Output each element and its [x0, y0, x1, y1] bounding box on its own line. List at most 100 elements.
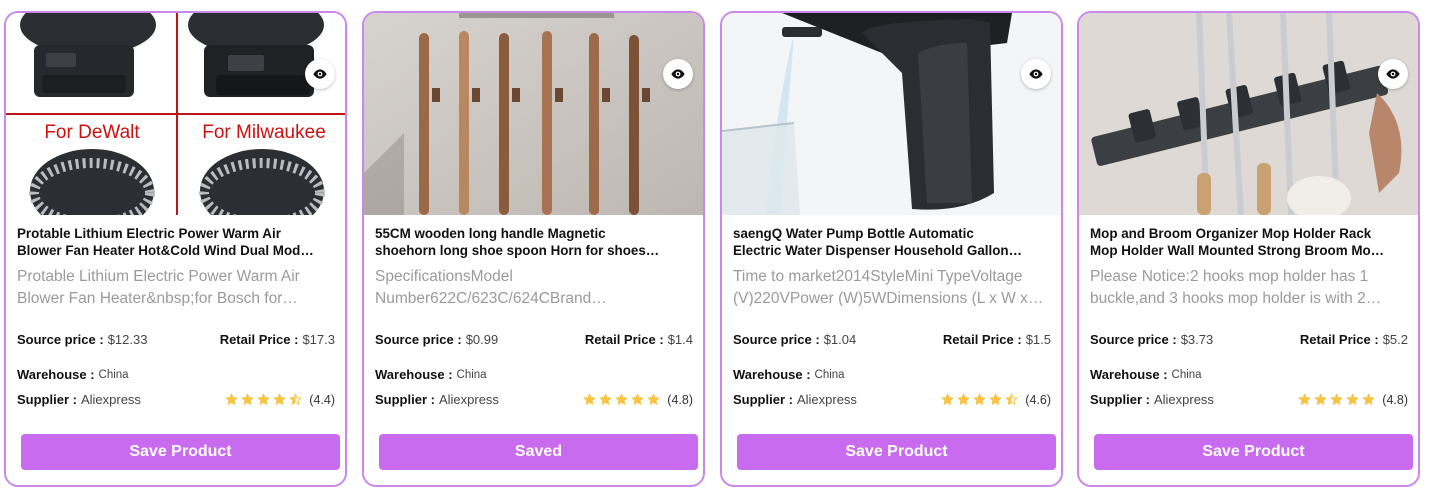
image-label-milwaukee: For Milwaukee	[202, 122, 326, 143]
product-image[interactable]	[722, 13, 1061, 215]
supplier-value: Aliexpress	[438, 392, 499, 407]
rating-value: (4.8)	[667, 392, 693, 407]
retail-price-value: $17.3	[302, 332, 335, 347]
warehouse-value: China	[1171, 368, 1202, 381]
source-price-value: $12.33	[107, 332, 148, 347]
rating-stars	[583, 393, 661, 406]
warehouse-row: Warehouse : China	[375, 367, 693, 382]
supplier-label: Supplier :	[17, 392, 77, 407]
product-description: Protable Lithium Electric Power Warm Air…	[17, 268, 300, 306]
supplier-label: Supplier :	[1090, 392, 1150, 407]
star-full-icon	[647, 393, 661, 406]
star-full-icon	[1362, 393, 1376, 406]
star-full-icon	[615, 393, 629, 406]
warehouse-row: Warehouse : China	[17, 367, 335, 382]
star-full-icon	[583, 393, 597, 406]
supplier-value: Aliexpress	[796, 392, 857, 407]
supplier-label: Supplier :	[375, 392, 435, 407]
retail-price-label: Retail Price :	[942, 332, 1022, 347]
source-price-value: $1.04	[823, 332, 857, 347]
rating-stars	[225, 393, 303, 406]
star-half-icon	[1005, 393, 1019, 406]
product-image[interactable]	[364, 13, 703, 215]
source-price-value: $3.73	[1180, 332, 1214, 347]
product-title[interactable]: saengQ Water Pump Bottle Automatic Elect…	[733, 225, 1051, 259]
star-full-icon	[257, 393, 271, 406]
supplier-value: Aliexpress	[80, 392, 141, 407]
star-full-icon	[599, 393, 613, 406]
image-label-dewalt: For DeWalt	[44, 122, 140, 143]
save-product-button[interactable]: Save Product	[737, 434, 1056, 470]
star-half-icon	[289, 393, 303, 406]
supplier-row: Supplier : Aliexpress (4.4)	[17, 392, 335, 407]
warehouse-row: Warehouse : China	[1090, 367, 1408, 382]
star-full-icon	[1346, 393, 1360, 406]
star-full-icon	[225, 393, 239, 406]
retail-price-label: Retail Price :	[584, 332, 664, 347]
retail-price-label: Retail Price :	[1299, 332, 1379, 347]
supplier-row: Supplier : Aliexpress (4.8)	[1090, 392, 1408, 407]
warehouse-label: Warehouse :	[733, 367, 811, 382]
product-title[interactable]: Protable Lithium Electric Power Warm Air…	[17, 225, 335, 259]
product-image[interactable]	[1079, 13, 1418, 215]
star-full-icon	[1314, 393, 1328, 406]
supplier-label: Supplier :	[733, 392, 793, 407]
source-price-value: $0.99	[465, 332, 499, 347]
price-row: Source price : $3.73 Retail Price : $5.2	[1090, 332, 1408, 347]
source-price-label: Source price :	[733, 332, 820, 347]
preview-eye-button[interactable]	[1378, 59, 1408, 89]
saved-button[interactable]: Saved	[379, 434, 698, 470]
warehouse-value: China	[814, 368, 845, 381]
rating: (4.6)	[941, 393, 1051, 407]
rating-value: (4.8)	[1382, 392, 1408, 407]
source-price-label: Source price :	[17, 332, 104, 347]
supplier-row: Supplier : Aliexpress (4.8)	[375, 392, 693, 407]
supplier-value: Aliexpress	[1153, 392, 1214, 407]
rating-value: (4.6)	[1025, 392, 1051, 407]
star-full-icon	[941, 393, 955, 406]
product-card: saengQ Water Pump Bottle Automatic Elect…	[720, 11, 1063, 487]
product-card: Mop and Broom Organizer Mop Holder Rack …	[1077, 11, 1420, 487]
product-image[interactable]: For DeWalt For Milwaukee	[6, 13, 345, 215]
star-full-icon	[241, 393, 255, 406]
eye-icon	[671, 69, 685, 79]
price-row: Source price : $0.99 Retail Price : $1.4	[375, 332, 693, 347]
rating-stars	[941, 393, 1019, 406]
source-price-label: Source price :	[1090, 332, 1177, 347]
preview-eye-button[interactable]	[663, 59, 693, 89]
star-full-icon	[1298, 393, 1312, 406]
product-title[interactable]: 55CM wooden long handle Magnetic shoehor…	[375, 225, 693, 259]
product-card: For DeWalt For Milwaukee Protable Lithiu…	[4, 11, 347, 487]
product-description: Please Notice:2 hooks mop holder has 1 b…	[1090, 268, 1382, 306]
warehouse-label: Warehouse :	[17, 367, 95, 382]
retail-price-label: Retail Price :	[219, 332, 299, 347]
star-full-icon	[631, 393, 645, 406]
retail-price-value: $1.5	[1025, 332, 1051, 347]
save-product-button[interactable]: Save Product	[1094, 434, 1413, 470]
eye-icon	[313, 69, 327, 79]
price-row: Source price : $12.33 Retail Price : $17.3	[17, 332, 335, 347]
product-card: 55CM wooden long handle Magnetic shoehor…	[362, 11, 705, 487]
eye-icon	[1386, 69, 1400, 79]
warehouse-value: China	[98, 368, 129, 381]
rating: (4.8)	[583, 393, 693, 407]
product-title[interactable]: Mop and Broom Organizer Mop Holder Rack …	[1090, 225, 1408, 259]
preview-eye-button[interactable]	[305, 59, 335, 89]
warehouse-label: Warehouse :	[1090, 367, 1168, 382]
eye-icon	[1029, 69, 1043, 79]
preview-eye-button[interactable]	[1021, 59, 1051, 89]
product-description: Time to market2014StyleMini TypeVoltage …	[733, 268, 1044, 306]
rating-value: (4.4)	[309, 392, 335, 407]
source-price-label: Source price :	[375, 332, 462, 347]
star-full-icon	[989, 393, 1003, 406]
price-row: Source price : $1.04 Retail Price : $1.5	[733, 332, 1051, 347]
rating: (4.4)	[225, 393, 335, 407]
retail-price-value: $1.4	[667, 332, 693, 347]
star-full-icon	[273, 393, 287, 406]
warehouse-label: Warehouse :	[375, 367, 453, 382]
star-full-icon	[957, 393, 971, 406]
star-full-icon	[1330, 393, 1344, 406]
save-product-button[interactable]: Save Product	[21, 434, 340, 470]
star-full-icon	[973, 393, 987, 406]
warehouse-row: Warehouse : China	[733, 367, 1051, 382]
